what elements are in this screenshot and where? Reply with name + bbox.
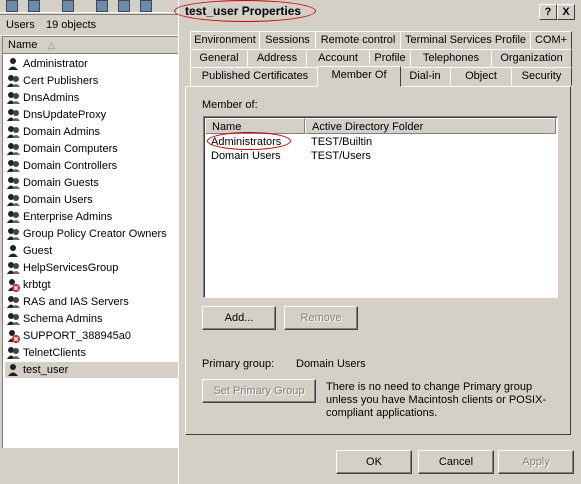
list-item-label: Administrator (23, 58, 88, 70)
list-item[interactable]: test_user (5, 362, 179, 378)
left-bottom-area (0, 448, 179, 484)
tab-sessions[interactable]: Sessions (259, 31, 316, 50)
group-icon (7, 125, 20, 139)
list-item-label: Domain Users (23, 194, 93, 206)
group-icon (7, 312, 20, 326)
list-item-label: SUPPORT_388945a0 (23, 330, 132, 342)
group-icon (7, 261, 20, 275)
group-icon (7, 74, 20, 88)
member-of-list[interactable]: Name Active Directory Folder Administrat… (203, 116, 558, 298)
status-object-count: 19 objects (46, 19, 97, 31)
member-row-name[interactable]: Domain Users (211, 149, 281, 163)
group-icon (7, 227, 20, 241)
tab-member-of[interactable]: Member Of (317, 66, 401, 87)
add-button[interactable]: Add... (202, 306, 276, 330)
disabled-user-icon (7, 278, 20, 292)
group-icon (7, 159, 20, 173)
toolbar (0, 0, 179, 13)
primary-group-value: Domain Users (296, 358, 366, 370)
apply-button[interactable]: Apply (498, 450, 574, 474)
tab-terminal-services-profile[interactable]: Terminal Services Profile (400, 31, 531, 50)
status-container-name: Users (6, 19, 35, 31)
group-icon (7, 91, 20, 105)
toolbar-icon-properties[interactable] (62, 0, 74, 12)
list-item-label: Domain Guests (23, 177, 99, 189)
list-item-label: Cert Publishers (23, 75, 99, 87)
list-item-label: RAS and IAS Servers (23, 296, 129, 308)
list-item-label: Domain Controllers (23, 160, 118, 172)
toolbar-icon-export[interactable] (28, 0, 40, 12)
tab-address[interactable]: Address (247, 49, 307, 68)
member-row-folder[interactable]: TEST/Users (311, 149, 371, 163)
help-button[interactable]: ? (539, 4, 557, 20)
status-bar: Users 19 objects (0, 14, 179, 36)
tab-telephones[interactable]: Telephones (410, 49, 492, 68)
member-row-folder[interactable]: TEST/Builtin (311, 135, 372, 149)
tab-published-certificates[interactable]: Published Certificates (190, 67, 320, 86)
list-item-label: Enterprise Admins (23, 211, 113, 223)
user-icon (7, 57, 20, 71)
ok-button[interactable]: OK (336, 450, 412, 474)
list-item-label: Schema Admins (23, 313, 103, 325)
tab-general[interactable]: General (190, 49, 248, 68)
tab-organization[interactable]: Organization (491, 49, 572, 68)
sort-ascending-icon: △ (48, 40, 55, 50)
list-item-label: DnsUpdateProxy (23, 109, 107, 121)
group-icon (7, 108, 20, 122)
list-item-label: HelpServicesGroup (23, 262, 119, 274)
set-primary-group-button[interactable]: Set Primary Group (202, 379, 316, 403)
group-icon (7, 142, 20, 156)
list-item-label: Group Policy Creator Owners (23, 228, 167, 240)
toolbar-icon-back[interactable] (6, 0, 18, 12)
member-of-label: Member of: (202, 99, 258, 111)
group-icon (7, 176, 20, 190)
tab-environment[interactable]: Environment (190, 31, 260, 50)
column-header-ad-folder[interactable]: Active Directory Folder (305, 118, 556, 134)
close-button[interactable]: X (557, 4, 575, 20)
primary-group-info-text: There is no need to change Primary group… (326, 381, 547, 419)
tab-remote-control[interactable]: Remote control (315, 31, 401, 50)
group-icon (7, 193, 20, 207)
group-icon (7, 346, 20, 360)
object-list[interactable]: Name △ Administrator Cert Publishers DnsAd… (2, 36, 179, 449)
list-item-label: DnsAdmins (23, 92, 80, 104)
member-row-name[interactable]: Administrators (211, 135, 281, 149)
list-item-label: test_user (23, 364, 69, 376)
disabled-user-icon (7, 329, 20, 343)
cancel-button[interactable]: Cancel (418, 450, 494, 474)
list-item-label: TelnetClients (23, 347, 86, 359)
tab-dial-in[interactable]: Dial-in (399, 67, 451, 86)
tab-security[interactable]: Security (511, 67, 572, 86)
user-icon (7, 363, 20, 377)
dialog-titlebar[interactable]: test_user Properties ? X (174, 0, 577, 22)
toolbar-icon-groups[interactable] (118, 0, 130, 12)
list-item-label: Domain Computers (23, 143, 118, 155)
toolbar-icon-filter[interactable] (140, 0, 152, 12)
column-header-name[interactable]: Name △ (3, 37, 179, 54)
tab-object[interactable]: Object (450, 67, 512, 86)
remove-button[interactable]: Remove (284, 306, 358, 330)
group-icon (7, 210, 20, 224)
title-annotation-oval (174, 0, 316, 22)
column-header-label: Name (8, 39, 38, 51)
tab-com[interactable]: COM+ (530, 31, 572, 50)
toolbar-icon-users[interactable] (96, 0, 108, 12)
primary-group-label: Primary group: (202, 358, 275, 370)
group-icon (7, 295, 20, 309)
user-icon (7, 244, 20, 258)
list-item-label: Domain Admins (23, 126, 101, 138)
list-item-label: krbtgt (23, 279, 51, 291)
list-item-label: Guest (23, 245, 53, 257)
